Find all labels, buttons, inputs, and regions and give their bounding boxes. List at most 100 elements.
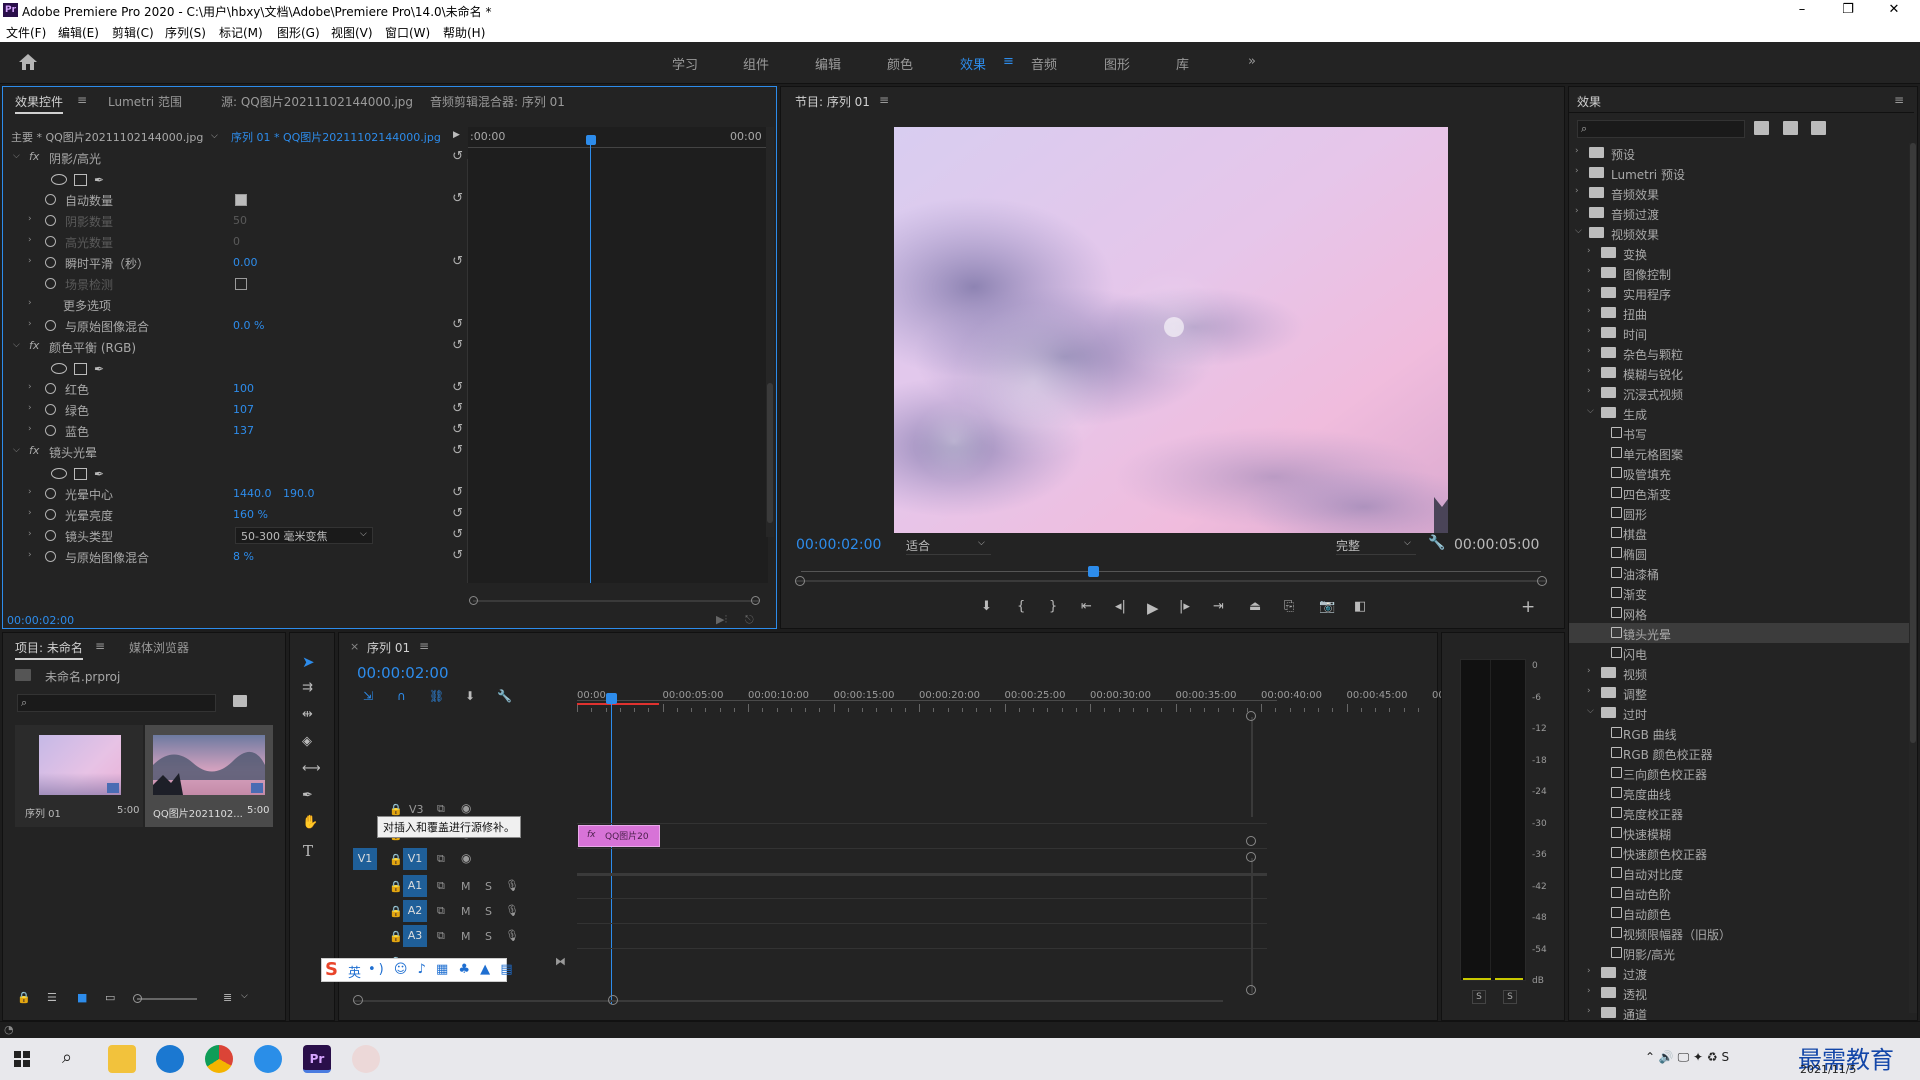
timeline-clip[interactable]: fx QQ图片20 — [578, 825, 660, 847]
snap-icon[interactable]: ∩ — [397, 689, 406, 703]
pen-mask-icon[interactable]: ✒ — [94, 362, 104, 376]
step-back-icon[interactable]: ◂| — [1115, 599, 1126, 614]
param-checkbox[interactable] — [235, 278, 247, 290]
chevron-right-icon[interactable]: › — [28, 424, 32, 434]
chevron-right-icon[interactable]: › — [28, 214, 32, 224]
effects-folder[interactable]: › 杂色与颗粒 — [1569, 343, 1909, 363]
program-video-frame[interactable] — [894, 127, 1448, 533]
effects-item[interactable]: 单元格图案 — [1569, 443, 1909, 463]
ec-zoom-scrollbar[interactable] — [473, 600, 759, 602]
more-workspaces-icon[interactable]: » — [1248, 54, 1256, 69]
reset-icon[interactable]: ↺ — [452, 338, 463, 353]
workspace-tab[interactable]: 编辑 — [815, 54, 841, 73]
video-vscroll[interactable] — [1251, 717, 1253, 817]
icon-view-icon[interactable]: ■ — [77, 991, 87, 1004]
ec-playhead[interactable] — [586, 135, 596, 145]
chevron-right-icon[interactable]: › — [28, 403, 32, 413]
stopwatch-icon[interactable] — [45, 404, 56, 415]
effect-group-header[interactable]: ⌵ fx 阴影/高光 ↺ — [3, 147, 468, 168]
home-icon[interactable] — [18, 53, 38, 71]
effects-folder[interactable]: › 预设 — [1569, 143, 1909, 163]
ime-toolbar[interactable]: S 英 •) ☺ ♪ ▦ ♣ ▲ ▤ — [321, 958, 513, 982]
effects-folder[interactable]: › 音频过渡 — [1569, 203, 1909, 223]
effects-folder[interactable]: ⌵ 过时 — [1569, 703, 1909, 723]
effects-folder[interactable]: › Lumetri 预设 — [1569, 163, 1909, 183]
param-value[interactable]: 107 — [233, 403, 254, 416]
workspace-tab[interactable]: 效果 — [960, 54, 986, 73]
menu-item[interactable]: 图形(G) — [277, 24, 320, 41]
reset-icon[interactable]: ↺ — [452, 548, 463, 563]
effects-item[interactable]: RGB 曲线 — [1569, 723, 1909, 743]
freeform-view-icon[interactable]: ▭ — [105, 991, 115, 1004]
workspace-tab[interactable]: 学习 — [672, 54, 698, 73]
stopwatch-icon[interactable] — [45, 551, 56, 562]
stopwatch-icon[interactable] — [45, 320, 56, 331]
tab-effect-controls[interactable]: 效果控件 — [15, 93, 64, 114]
effects-folder[interactable]: › 实用程序 — [1569, 283, 1909, 303]
chevron-right-icon[interactable]: › — [28, 550, 32, 560]
effects-menu-icon[interactable]: ≡ — [1894, 93, 1904, 107]
chevron-right-icon[interactable]: › — [1575, 166, 1579, 176]
track-target[interactable]: A2 — [403, 900, 427, 922]
chevron-right-icon[interactable]: › — [1587, 666, 1591, 676]
add-button-icon[interactable]: + — [1521, 597, 1535, 617]
lock-icon[interactable]: 🔒 — [389, 803, 403, 816]
fx-toggle-icon[interactable]: fx — [29, 150, 39, 163]
effects-item[interactable]: 快速模糊 — [1569, 823, 1909, 843]
ec-scrollbar[interactable] — [766, 127, 774, 537]
solo-left-button[interactable]: S — [1472, 990, 1486, 1004]
tab-lumetri-scopes[interactable]: Lumetri 范围 — [108, 93, 182, 110]
chevron-right-icon[interactable]: › — [1587, 966, 1591, 976]
program-zoom-bar[interactable] — [795, 580, 1547, 582]
chevron-right-icon[interactable]: › — [28, 256, 32, 266]
chevron-right-icon[interactable]: › — [1587, 326, 1591, 336]
param-value[interactable]: 0.0 % — [233, 319, 264, 332]
pen-mask-icon[interactable]: ✒ — [94, 173, 104, 187]
chevron-down-icon[interactable]: ⌵ — [13, 445, 20, 455]
effects-search-input[interactable]: ⌕ — [1577, 120, 1745, 138]
microphone-icon[interactable]: 🎙 — [505, 879, 519, 892]
system-tray-icons[interactable]: ⌃ 🔊 🖵 ✦ ♻ S — [1645, 1050, 1729, 1065]
effects-item[interactable]: 棋盘 — [1569, 523, 1909, 543]
effects-item[interactable]: 自动对比度 — [1569, 863, 1909, 883]
timeline-playhead[interactable] — [606, 693, 617, 704]
chrome-icon[interactable] — [205, 1045, 233, 1073]
effects-item[interactable]: 镜头光晕 — [1569, 623, 1909, 643]
workspace-tab[interactable]: 颜色 — [887, 54, 913, 73]
chevron-right-icon[interactable]: › — [28, 382, 32, 392]
chevron-right-icon[interactable]: › — [1575, 146, 1579, 156]
chevron-right-icon[interactable]: › — [1587, 366, 1591, 376]
param-value-y[interactable]: 190.0 — [283, 487, 315, 500]
linked-selection-icon[interactable]: ⛓ — [429, 689, 444, 703]
stopwatch-icon[interactable] — [45, 278, 56, 289]
chevron-right-icon[interactable]: › — [28, 319, 32, 329]
effects-item[interactable]: 闪电 — [1569, 643, 1909, 663]
go-to-next-icon[interactable]: ⧓ — [555, 955, 566, 968]
chevron-down-icon[interactable]: ⌵ — [1587, 406, 1594, 416]
effects-folder[interactable]: › 调整 — [1569, 683, 1909, 703]
eye-icon[interactable]: ◉ — [461, 851, 471, 865]
param-value[interactable]: 0 — [233, 235, 240, 248]
stopwatch-icon[interactable] — [45, 257, 56, 268]
hand-tool-icon[interactable]: ✋ — [302, 815, 318, 830]
ripple-edit-tool-icon[interactable]: ⇹ — [302, 707, 313, 722]
chevron-down-icon[interactable]: ⌵ — [13, 340, 20, 350]
effects-folder[interactable]: › 模糊与锐化 — [1569, 363, 1909, 383]
microphone-icon[interactable]: 🎙 — [505, 904, 519, 917]
type-tool-icon[interactable]: T — [303, 842, 313, 860]
sync-lock-icon[interactable]: ⧉ — [437, 904, 445, 918]
play-icon[interactable]: ▶ — [1147, 599, 1159, 617]
mark-out-icon[interactable]: } — [1049, 599, 1057, 614]
chevron-right-icon[interactable]: › — [1587, 1006, 1591, 1016]
effects-item[interactable]: 四色渐变 — [1569, 483, 1909, 503]
go-to-in-icon[interactable]: ⇤ — [1081, 599, 1092, 614]
stopwatch-icon[interactable] — [45, 194, 56, 205]
search-icon[interactable]: ⌕ — [62, 1047, 72, 1068]
stopwatch-icon[interactable] — [45, 509, 56, 520]
mute-button[interactable]: M — [461, 905, 471, 918]
app-icon[interactable] — [254, 1045, 282, 1073]
param-value[interactable]: 1440.0 — [233, 487, 272, 500]
chevron-right-icon[interactable]: › — [1587, 306, 1591, 316]
effects-folder[interactable]: › 通道 — [1569, 1003, 1909, 1021]
effects-item[interactable]: RGB 颜色校正器 — [1569, 743, 1909, 763]
